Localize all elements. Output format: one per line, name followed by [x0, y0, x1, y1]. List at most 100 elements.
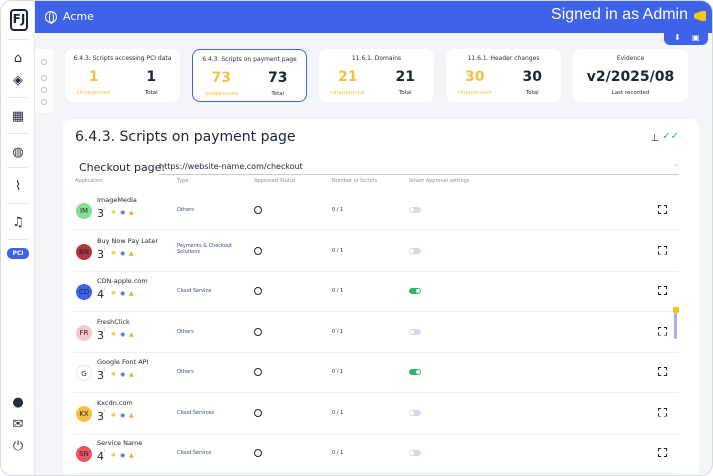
checkout-url: https://website-name.com/checkout: [159, 162, 303, 171]
approve-radio[interactable]: [254, 287, 262, 295]
table-row[interactable]: BN Buy Now Pay Later 3 i ✱ ◉ ▲ Payments …: [73, 232, 679, 272]
card-evidence[interactable]: Evidence v2/2025/08 Last recorded: [573, 49, 688, 102]
checkout-label: Checkout page:: [79, 161, 166, 174]
search-icon[interactable]: [41, 87, 47, 93]
risk-score: 3: [97, 369, 104, 382]
expand-icon[interactable]: [658, 245, 667, 255]
card-total-label: Total: [398, 90, 412, 96]
approve-radio[interactable]: [254, 327, 262, 336]
avatar: IM: [76, 203, 92, 219]
card-unapproved-label: Unapproved: [331, 90, 365, 96]
application-type: Others: [177, 369, 194, 375]
user-icon[interactable]: ●: [10, 395, 26, 411]
double-check-icon[interactable]: ✓✓: [662, 131, 679, 142]
card-title: 11.6.1. Domains: [351, 55, 402, 62]
card-payment-page[interactable]: 6.4.3. Scripts on payment page 73 73 Una…: [192, 49, 307, 102]
layers-icon[interactable]: ◈: [10, 73, 26, 89]
expand-icon[interactable]: [658, 286, 667, 295]
sidebar-divider: [7, 239, 29, 240]
table-row[interactable]: G Google Font API 3 i ✱ ◉ ▲ Others 0 / 1: [73, 353, 679, 393]
approve-radio[interactable]: [254, 368, 262, 376]
scripts-count: 0 / 1: [332, 207, 344, 213]
globe-icon: [45, 11, 57, 24]
pci-badge[interactable]: PCI: [7, 248, 29, 259]
sitemap-icon[interactable]: ⊥: [650, 133, 659, 144]
card-unapproved-label: Unapproved: [458, 90, 492, 96]
smart-approval-toggle[interactable]: [409, 247, 421, 254]
application-name[interactable]: Kxcdn.com: [97, 399, 133, 407]
table-row[interactable]: SN Service Name 4 i ✱ ◉ ▲ Cloud Service …: [73, 434, 679, 474]
apps-icon[interactable]: ▦: [10, 109, 26, 125]
card-total-label: Total: [525, 90, 539, 96]
warning-icon: ▲: [129, 290, 134, 297]
risk-score: 4: [97, 288, 104, 301]
table-row[interactable]: KX Kxcdn.com 3 i ✱ ◉ ▲ Cloud Services 0 …: [73, 394, 679, 434]
column-header-approved-status: Approved Status: [254, 178, 296, 184]
sidebar-divider: [7, 203, 29, 204]
card-unapproved-value: 73: [211, 70, 231, 86]
smart-approval-toggle[interactable]: [409, 207, 421, 213]
analytics-icon[interactable]: ⌇: [10, 179, 26, 195]
expand-icon[interactable]: [658, 326, 667, 336]
application-name[interactable]: Google Font API: [97, 358, 149, 366]
home-icon[interactable]: ⌂: [10, 51, 26, 67]
eye-icon: ◉: [120, 330, 126, 338]
refresh-icon[interactable]: [41, 75, 47, 81]
smart-approval-toggle[interactable]: [409, 369, 421, 375]
scrollbar[interactable]: [674, 309, 677, 339]
card-pci-data[interactable]: 6.4.3. Scripts accessing PCI data 1 1 Un…: [65, 49, 180, 102]
approve-radio[interactable]: [254, 246, 262, 255]
smart-approval-toggle[interactable]: [409, 450, 421, 456]
star-icon: ✱: [111, 411, 117, 419]
expand-icon[interactable]: [658, 367, 667, 376]
card-total-value: 21: [395, 69, 415, 85]
checkout-page-select[interactable]: https://website-name.com/checkout ⌄: [159, 159, 679, 175]
table-row[interactable]: IM ImageMedia 3 i ✱ ◉ ▲ Others 0 / 1: [73, 191, 679, 231]
approve-radio[interactable]: [254, 206, 262, 214]
card-header-changes[interactable]: 11.6.1. Header changes 30 30 Unapproved …: [446, 49, 561, 102]
risk-score: 3: [97, 247, 104, 261]
star-icon: ✱: [111, 209, 117, 216]
warning-icon: ▲: [129, 330, 134, 338]
card-total-value: 73: [268, 70, 288, 86]
table-row[interactable]: FR FreshClick 3 i ✱ ◉ ▲ Others 0 / 1: [73, 313, 679, 353]
application-name[interactable]: FreshClick: [97, 318, 130, 326]
bell-icon[interactable]: ♫: [10, 215, 26, 231]
smart-approval-toggle[interactable]: [409, 288, 421, 294]
warning-icon: ▲: [129, 209, 134, 216]
smart-approval-toggle[interactable]: [409, 328, 421, 335]
expand-icon[interactable]: [658, 448, 667, 457]
briefcase-icon[interactable]: ▣: [692, 33, 700, 42]
download-icon[interactable]: ⬇: [674, 33, 681, 42]
smart-approval-toggle[interactable]: [409, 409, 421, 416]
expand-icon[interactable]: [658, 205, 667, 214]
card-title: 6.4.3. Scripts on payment page: [202, 56, 297, 63]
power-icon[interactable]: ⏻: [10, 439, 26, 455]
scroll-handle[interactable]: [673, 307, 679, 313]
expand-icon[interactable]: [658, 407, 667, 417]
clear-icon[interactable]: [41, 99, 47, 105]
card-unapproved-value: 21: [338, 69, 358, 85]
globe-icon[interactable]: ◍: [10, 145, 26, 161]
score-info-icon: i: [104, 448, 106, 453]
megaphone-icon[interactable]: [694, 11, 706, 21]
application-name[interactable]: CDN-apple.com: [97, 277, 148, 285]
application-name[interactable]: ImageMedia: [97, 196, 137, 204]
application-name[interactable]: Service Name: [97, 439, 142, 447]
application-name[interactable]: Buy Now Pay Later: [97, 237, 158, 245]
filter-icon[interactable]: [41, 59, 47, 65]
approve-radio[interactable]: [254, 449, 262, 457]
avatar: SN: [76, 446, 92, 462]
application-type: Others: [177, 207, 194, 213]
mail-icon[interactable]: ✉: [10, 417, 26, 433]
risk-score: 3: [97, 207, 104, 220]
card-domains[interactable]: 11.6.1. Domains 21 21 Unapproved Total: [319, 49, 434, 102]
score-info-icon: i: [104, 286, 106, 291]
table-row[interactable]: CD CDN-apple.com 4 i ✱ ◉ ▲ Cloud Service…: [73, 272, 679, 312]
approve-radio[interactable]: [254, 408, 262, 417]
eye-icon: ◉: [120, 249, 126, 257]
scripts-panel: 6.4.3. Scripts on payment page ⊥ ✓✓ Chec…: [63, 119, 699, 475]
score-info-icon: i: [104, 245, 106, 251]
sidebar-divider: [7, 39, 29, 40]
column-header-application: Application: [75, 178, 103, 184]
